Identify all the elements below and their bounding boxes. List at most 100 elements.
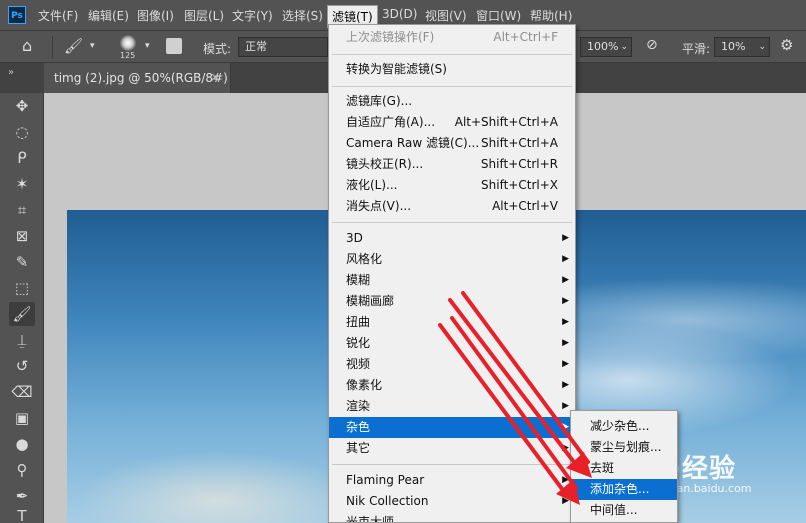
- submenu-arrow-icon: ▶: [562, 496, 569, 506]
- gear-icon[interactable]: ⚙: [780, 36, 793, 54]
- clone-stamp-icon[interactable]: ⍊: [9, 328, 35, 352]
- menu-layer[interactable]: 图层(L): [184, 7, 224, 24]
- menu-item-noise[interactable]: 杂色 ▶: [329, 417, 575, 438]
- divider: [52, 36, 53, 58]
- menu-item-label: 3D: [346, 231, 363, 245]
- menu-item-label: 模糊: [346, 273, 371, 287]
- submenu-item-median[interactable]: 中间值...: [571, 500, 677, 521]
- menu-item-stylize[interactable]: 风格化 ▶: [329, 249, 575, 270]
- gradient-tool-icon[interactable]: ▣: [9, 406, 35, 430]
- menu-item-label: 扭曲: [346, 315, 371, 329]
- mode-select[interactable]: 正常: [238, 37, 328, 57]
- submenu-arrow-icon: ▶: [562, 475, 569, 485]
- chevron-down-icon[interactable]: ▾: [90, 41, 95, 51]
- smoothing-input[interactable]: 10% ⌄: [714, 37, 770, 57]
- menu-item-label: 杂色: [346, 420, 371, 434]
- submenu-arrow-icon: ▶: [562, 422, 569, 432]
- marquee-tool-icon[interactable]: ◌: [9, 120, 35, 144]
- menu-item-3d[interactable]: 3D ▶: [329, 228, 575, 249]
- menu-item-lens-correction[interactable]: 镜头校正(R)... Shift+Ctrl+R: [329, 154, 575, 175]
- healing-brush-icon[interactable]: ⬚: [9, 276, 35, 300]
- brush-size-value: 125: [120, 51, 136, 60]
- frame-tool-icon[interactable]: ⊠: [9, 224, 35, 248]
- submenu-arrow-icon: ▶: [562, 254, 569, 264]
- move-tool-icon[interactable]: ✥: [9, 94, 35, 118]
- menu-item-render[interactable]: 渲染 ▶: [329, 396, 575, 417]
- submenu-item-dust-scratches[interactable]: 蒙尘与划痕...: [571, 437, 677, 458]
- menu-item-filter-gallery[interactable]: 滤镜库(G)...: [329, 91, 575, 112]
- menu-item-shortcut: Shift+Ctrl+A: [481, 136, 558, 150]
- home-icon[interactable]: ⌂: [22, 36, 32, 55]
- menu-item-label: 锐化: [346, 336, 371, 350]
- menu-item-blur-gallery[interactable]: 模糊画廊 ▶: [329, 291, 575, 312]
- smoothing-value: 10%: [721, 40, 746, 53]
- close-icon[interactable]: ×: [210, 70, 220, 84]
- pen-tool-icon[interactable]: ✒: [9, 484, 35, 508]
- photoshop-logo-icon: Ps: [8, 6, 26, 24]
- submenu-item-add-noise[interactable]: 添加杂色...: [571, 479, 677, 500]
- dodge-tool-icon[interactable]: ⚲: [9, 458, 35, 482]
- brush-settings-panel-icon[interactable]: [166, 38, 182, 54]
- menu-item-flaming-pear[interactable]: Flaming Pear ▶: [329, 470, 575, 491]
- brush-tip-icon[interactable]: [120, 35, 136, 51]
- menu-item-label: Nik Collection: [346, 494, 429, 508]
- menu-item-distort[interactable]: 扭曲 ▶: [329, 312, 575, 333]
- menu-item-label: 液化(L)...: [346, 178, 398, 192]
- blur-tool-icon[interactable]: ●: [9, 432, 35, 456]
- magic-wand-icon[interactable]: ✶: [9, 172, 35, 196]
- menu-view[interactable]: 视图(V): [425, 7, 467, 24]
- menu-item-label: 其它: [346, 441, 371, 455]
- mode-label: 模式:: [203, 42, 232, 56]
- menu-type[interactable]: 文字(Y): [232, 7, 273, 24]
- menu-item-shortcut: Shift+Ctrl+X: [481, 178, 558, 192]
- history-brush-icon[interactable]: ↺: [9, 354, 35, 378]
- menu-item-label: 风格化: [346, 252, 383, 266]
- menu-item-nik-collection[interactable]: Nik Collection ▶: [329, 491, 575, 512]
- collapse-panels-icon[interactable]: »: [8, 67, 14, 78]
- menu-item-label: 去斑: [590, 461, 615, 475]
- tab-document[interactable]: timg (2).jpg @ 50%(RGB/8#) ×: [44, 63, 231, 93]
- menu-item-label: 消失点(V)...: [346, 199, 412, 213]
- opacity-input[interactable]: 100% ⌄: [580, 37, 632, 57]
- chevron-down-icon[interactable]: ▾: [145, 41, 150, 51]
- eyedropper-icon[interactable]: ✎: [9, 250, 35, 274]
- menu-select[interactable]: 选择(S): [282, 7, 323, 24]
- menu-item-other[interactable]: 其它 ▶: [329, 438, 575, 459]
- submenu-arrow-icon: ▶: [562, 317, 569, 327]
- menu-image[interactable]: 图像(I): [137, 7, 174, 24]
- submenu-item-despeckle[interactable]: 去斑: [571, 458, 677, 479]
- pressure-opacity-icon[interactable]: ⊘: [646, 37, 658, 53]
- submenu-arrow-icon: ▶: [562, 443, 569, 453]
- chevron-down-icon: ⌄: [620, 42, 628, 52]
- type-tool-icon[interactable]: T: [9, 510, 35, 523]
- brush-tool-preset-icon[interactable]: 🖌: [64, 37, 83, 55]
- menu-item-shortcut: Alt+Shift+Ctrl+A: [454, 115, 558, 129]
- brush-tool-icon[interactable]: 🖌: [9, 302, 35, 326]
- eraser-icon[interactable]: ⌫: [9, 380, 35, 404]
- menu-item-video[interactable]: 视频 ▶: [329, 354, 575, 375]
- menu-item-blur[interactable]: 模糊 ▶: [329, 270, 575, 291]
- menu-item-label: 渲染: [346, 399, 371, 413]
- menu-edit[interactable]: 编辑(E): [88, 7, 129, 24]
- opacity-value: 100%: [587, 40, 619, 53]
- submenu-arrow-icon: ▶: [562, 359, 569, 369]
- menu-item-liquify[interactable]: 液化(L)... Shift+Ctrl+X: [329, 175, 575, 196]
- menu-item-adaptive-wide-angle[interactable]: 自适应广角(A)... Alt+Shift+Ctrl+A: [329, 112, 575, 133]
- menu-3d[interactable]: 3D(D): [382, 7, 417, 21]
- menu-item-pixelate[interactable]: 像素化 ▶: [329, 375, 575, 396]
- menu-item-camera-raw[interactable]: Camera Raw 滤镜(C)... Shift+Ctrl+A: [329, 133, 575, 154]
- menu-item-convert-smart-filter[interactable]: 转换为智能滤镜(S): [329, 59, 575, 80]
- menu-item-sharpen[interactable]: 锐化 ▶: [329, 333, 575, 354]
- menu-help[interactable]: 帮助(H): [530, 7, 572, 24]
- lasso-tool-icon[interactable]: ᑭ: [9, 146, 35, 170]
- menu-item-shortcut: Alt+Ctrl+V: [492, 199, 558, 213]
- menu-item-beam-master[interactable]: 光束大师: [329, 512, 575, 522]
- menu-item-label: Camera Raw 滤镜(C)...: [346, 136, 480, 150]
- menu-separator: [332, 222, 572, 223]
- menu-file[interactable]: 文件(F): [38, 7, 78, 24]
- menu-window[interactable]: 窗口(W): [476, 7, 521, 24]
- submenu-item-reduce-noise[interactable]: 减少杂色...: [571, 416, 677, 437]
- crop-tool-icon[interactable]: ⌗: [9, 198, 35, 222]
- menu-item-label: 视频: [346, 357, 371, 371]
- menu-item-vanishing-point[interactable]: 消失点(V)... Alt+Ctrl+V: [329, 196, 575, 217]
